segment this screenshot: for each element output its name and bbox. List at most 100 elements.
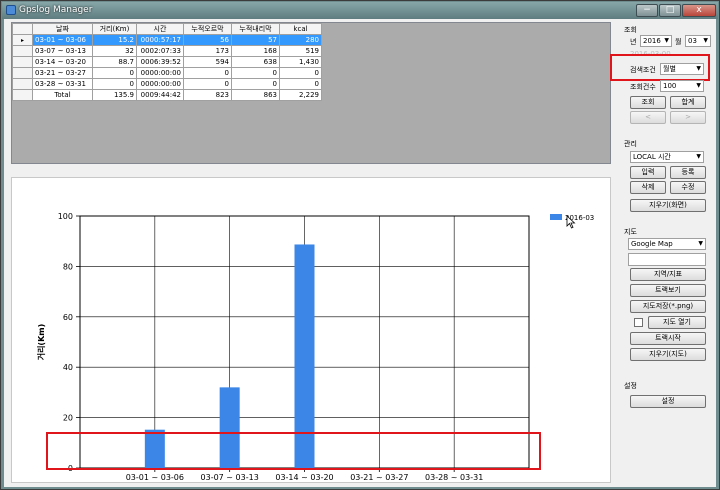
data-grid-panel: 날짜 거리(Km) 시간 누적오르막 누적내리막 kcal ▸ 03-01 ~ … [11,22,611,164]
table-row[interactable]: 03-21 ~ 03-27 0 0000:00:00 0 0 0 [12,67,322,79]
cell-time: 0000:00:00 [136,78,184,90]
y-tick-label: 100 [58,212,73,221]
col-header-distance[interactable]: 거리(Km) [92,23,137,35]
col-header-descent[interactable]: 누적내리막 [231,23,280,35]
cell-distance: 15.2 [92,34,137,46]
row-selector[interactable] [12,45,33,57]
summary-table: 날짜 거리(Km) 시간 누적오르막 누적내리막 kcal ▸ 03-01 ~ … [12,23,322,101]
next-button[interactable]: > [670,111,706,124]
query-group-title: 조회 [624,26,637,34]
table-header-row: 날짜 거리(Km) 시간 누적오르막 누적내리막 kcal [12,23,322,35]
clear-map-button[interactable]: 지우기(지도) [630,348,706,361]
cell-date: 03-07 ~ 03-13 [32,45,93,57]
cell-distance: 0 [92,78,137,90]
cell-time: 0009:44:42 [136,89,184,101]
condition-select[interactable]: 100 ▼ [660,80,704,92]
x-tick-label: 03-28 ~ 03-31 [425,473,483,482]
row-selector[interactable] [12,67,33,79]
edit-button[interactable]: 수정 [670,181,706,194]
cell-time: 0002:07:33 [136,45,184,57]
highlight-box-xaxis [46,432,541,470]
x-tick-label: 03-21 ~ 03-27 [350,473,408,482]
mouse-cursor-icon [566,215,576,229]
row-selector[interactable] [12,56,33,68]
chevron-down-icon: ▼ [698,240,703,247]
cell-ascent: 56 [183,34,232,46]
map-provider-select[interactable]: Google Map ▼ [628,238,706,250]
register-button[interactable]: 등록 [670,166,706,179]
sum-button[interactable]: 합계 [670,96,706,109]
track-start-button[interactable]: 트랙시작 [630,332,706,345]
search-button[interactable]: 조회 [630,96,666,109]
y-tick-label: 60 [63,313,73,322]
window-title: Gpslog Manager [19,5,93,15]
cell-ascent: 0 [183,78,232,90]
clear-screen-button[interactable]: 지우기(화면) [630,199,706,212]
table-row[interactable]: 03-14 ~ 03-20 88.7 0006:39:52 594 638 1,… [12,56,322,68]
legend-swatch [550,214,562,220]
close-button[interactable]: x [682,4,716,17]
y-tick-label: 40 [63,363,73,372]
cell-time: 0000:57:17 [136,34,184,46]
track-view-button[interactable]: 트랙보기 [630,284,706,297]
cell-distance: 88.7 [92,56,137,68]
settings-button[interactable]: 설정 [630,395,706,408]
map-address-input[interactable] [628,253,706,266]
side-panel: 조회 년 2016 ▼ 월 03 ▼ 2016-03-00 검색조건 월별 ▼ 조회건… [610,19,714,487]
x-tick-label: 03-14 ~ 03-20 [275,473,333,482]
col-header-kcal[interactable]: kcal [279,23,322,35]
year-label: 년 [630,38,637,46]
y-tick-label: 20 [63,414,73,423]
row-selector[interactable] [12,78,33,90]
month-value: 03 [688,37,697,45]
cell-kcal: 1,430 [279,56,322,68]
table-row[interactable]: ▸ 03-01 ~ 03-06 15.2 0000:57:17 56 57 28… [12,34,322,46]
cell-time: 0006:39:52 [136,56,184,68]
title-bar[interactable]: Gpslog Manager − □ x [2,2,718,19]
app-window: Gpslog Manager − □ x 날짜 거리(Km) 시간 누적오르막 … [0,0,720,490]
settings-group-title: 설정 [624,382,637,390]
table-row[interactable]: 03-28 ~ 03-31 0 0000:00:00 0 0 0 [12,78,322,90]
month-select[interactable]: 03 ▼ [685,35,711,47]
col-header-time[interactable]: 시간 [136,23,184,35]
x-tick-label: 03-07 ~ 03-13 [201,473,259,482]
year-select[interactable]: 2016 ▼ [640,35,672,47]
cell-date: 03-01 ~ 03-06 [32,34,93,46]
client-area: 날짜 거리(Km) 시간 누적오르막 누적내리막 kcal ▸ 03-01 ~ … [4,19,716,487]
map-group-title: 지도 [624,228,637,236]
chevron-down-icon: ▼ [696,153,701,160]
chevron-down-icon: ▼ [703,37,708,44]
cell-time: 0000:00:00 [136,67,184,79]
region-button[interactable]: 지역/지표 [630,268,706,281]
cell-date: 03-14 ~ 03-20 [32,56,93,68]
x-tick-label: 03-01 ~ 03-06 [126,473,184,482]
chevron-down-icon: ▼ [664,37,669,44]
table-row-total[interactable]: Total 135.9 0009:44:42 823 863 2,229 [12,89,322,101]
cell-ascent: 823 [183,89,232,101]
cell-descent: 863 [231,89,280,101]
cell-date: 03-28 ~ 03-31 [32,78,93,90]
cell-kcal: 2,229 [279,89,322,101]
maximize-button[interactable]: □ [659,4,681,17]
row-header-corner [12,23,33,35]
delete-button[interactable]: 삭제 [630,181,666,194]
cell-kcal: 280 [279,34,322,46]
cell-kcal: 0 [279,67,322,79]
col-header-ascent[interactable]: 누적오르막 [183,23,232,35]
time-mode-select[interactable]: LOCAL 시간 ▼ [630,151,704,163]
row-selector[interactable] [12,89,33,101]
prev-button[interactable]: < [630,111,666,124]
row-selector-icon[interactable]: ▸ [12,34,33,46]
cell-kcal: 0 [279,78,322,90]
input-button[interactable]: 입력 [630,166,666,179]
cell-descent: 638 [231,56,280,68]
cell-descent: 57 [231,34,280,46]
open-map-checkbox[interactable] [634,318,643,327]
save-map-button[interactable]: 지도저장(*.png) [630,300,706,313]
table-row[interactable]: 03-07 ~ 03-13 32 0002:07:33 173 168 519 [12,45,322,57]
open-map-button[interactable]: 지도 열기 [648,316,706,329]
condition-value: 100 [663,82,677,90]
col-header-date[interactable]: 날짜 [32,23,93,35]
minimize-button[interactable]: − [636,4,658,17]
cell-date: Total [32,89,93,101]
